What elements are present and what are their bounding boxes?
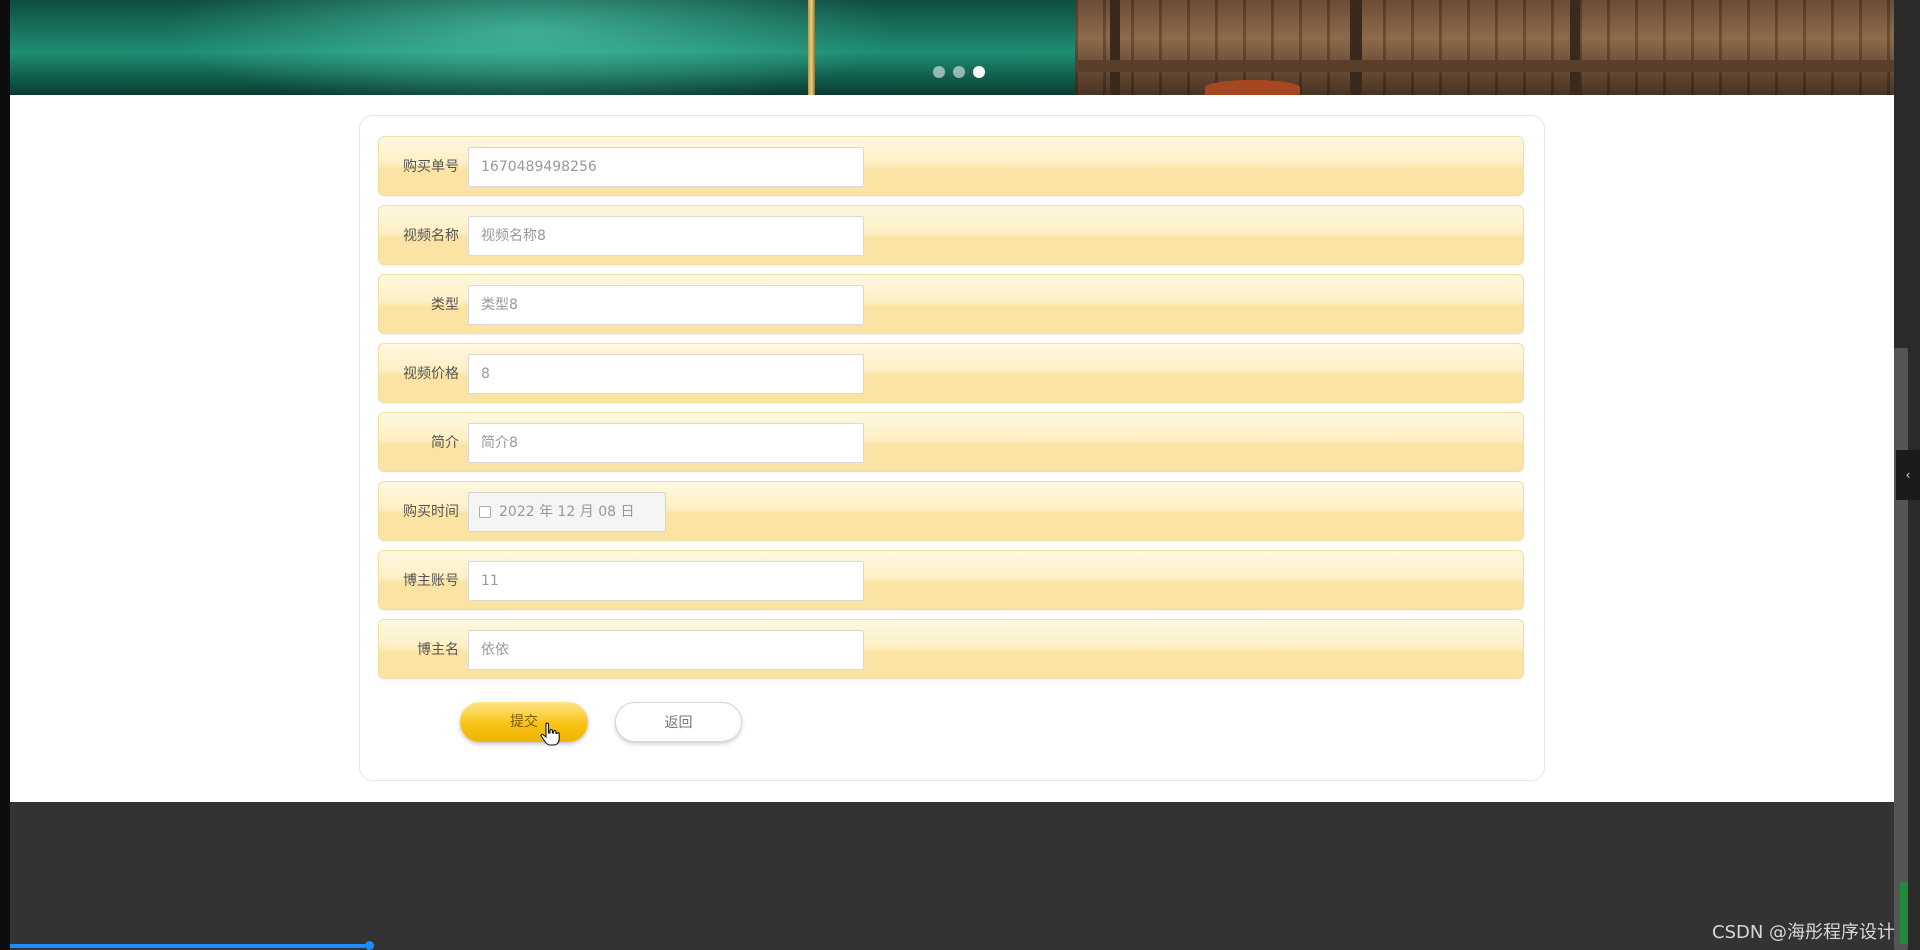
footer — [10, 802, 1894, 950]
carousel-dot-1[interactable] — [933, 66, 945, 78]
carousel-dots — [933, 66, 985, 78]
banner-deck — [1075, 60, 1894, 72]
video-price-input[interactable]: 8 — [468, 354, 864, 394]
order-number-input[interactable]: 1670489498256 — [468, 147, 864, 187]
video-name-label: 视频名称 — [403, 228, 459, 244]
scrollbar-thumb[interactable] — [1894, 348, 1908, 950]
form-row-blogger-name: 博主名 依依 — [378, 619, 1524, 679]
banner-boat — [1205, 80, 1300, 95]
form-row-order-number: 购买单号 1670489498256 — [378, 136, 1524, 196]
form-row-purchase-time: 购买时间 2022 年 12 月 08 日 — [378, 481, 1524, 541]
form-row-video-price: 视频价格 8 — [378, 343, 1524, 403]
purchase-time-label: 购买时间 — [403, 504, 459, 520]
intro-label: 简介 — [431, 435, 459, 451]
purchase-form: 购买单号 1670489498256 视频名称 视频名称8 类型 类型8 视频价… — [359, 115, 1545, 781]
type-label: 类型 — [431, 297, 459, 313]
submit-button[interactable]: 提交 — [460, 702, 588, 742]
hand-cursor-icon — [540, 722, 560, 746]
banner-stilt — [1350, 0, 1362, 95]
purchase-time-value: 2022 年 12 月 08 日 — [499, 504, 635, 520]
banner-stilt — [1110, 0, 1120, 95]
blogger-account-label: 博主账号 — [403, 573, 459, 589]
chevron-left-icon[interactable]: ‹ — [1896, 450, 1920, 500]
purchase-time-date-field[interactable]: 2022 年 12 月 08 日 — [468, 492, 666, 532]
progress-knob — [365, 941, 374, 950]
banner-carousel — [10, 0, 1894, 95]
banner-hut — [1075, 0, 1894, 95]
form-row-video-name: 视频名称 视频名称8 — [378, 205, 1524, 265]
banner-pole — [808, 0, 815, 95]
video-price-label: 视频价格 — [403, 366, 459, 382]
order-number-label: 购买单号 — [403, 159, 459, 175]
carousel-dot-3[interactable] — [973, 66, 985, 78]
video-name-input[interactable]: 视频名称8 — [468, 216, 864, 256]
banner-stilt — [1570, 0, 1580, 95]
watermark: CSDN @海彤程序设计 — [1712, 922, 1896, 943]
left-edge — [0, 0, 10, 950]
intro-input[interactable]: 简介8 — [468, 423, 864, 463]
blogger-name-label: 博主名 — [417, 642, 459, 658]
carousel-dot-2[interactable] — [953, 66, 965, 78]
progress-line — [10, 944, 365, 948]
blogger-account-input[interactable]: 11 — [468, 561, 864, 601]
form-row-blogger-account: 博主账号 11 — [378, 550, 1524, 610]
form-row-intro: 简介 简介8 — [378, 412, 1524, 472]
back-button[interactable]: 返回 — [615, 702, 742, 742]
page: 购买单号 1670489498256 视频名称 视频名称8 类型 类型8 视频价… — [10, 0, 1894, 950]
form-row-type: 类型 类型8 — [378, 274, 1524, 334]
calendar-icon — [479, 506, 491, 518]
blogger-name-input[interactable]: 依依 — [468, 630, 864, 670]
type-input[interactable]: 类型8 — [468, 285, 864, 325]
scrollbar-end-marker — [1900, 882, 1908, 944]
